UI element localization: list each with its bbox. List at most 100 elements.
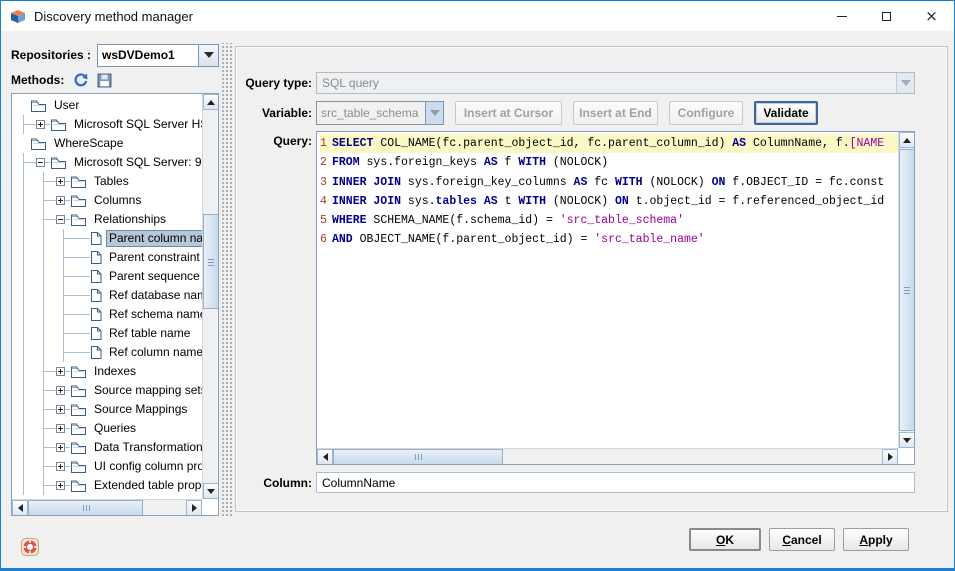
- save-methods-button[interactable]: [97, 73, 112, 88]
- editor-vertical-scrollbar[interactable]: [898, 132, 914, 448]
- tree-guide-line: [14, 191, 34, 210]
- variable-dropdown-button[interactable]: [425, 102, 443, 124]
- expand-icon[interactable]: [56, 367, 65, 376]
- tree-guide-line: [14, 248, 34, 267]
- panel-splitter[interactable]: [220, 43, 233, 516]
- variable-combobox[interactable]: src_table_schema: [316, 101, 444, 125]
- tree-item[interactable]: Relationships: [14, 210, 202, 229]
- expand-icon[interactable]: [36, 120, 45, 129]
- expand-icon[interactable]: [56, 405, 65, 414]
- configure-button[interactable]: Configure: [669, 101, 743, 125]
- folder-icon: [70, 384, 87, 398]
- apply-button[interactable]: Apply: [843, 528, 909, 551]
- save-icon: [97, 73, 112, 88]
- line-number: 2: [320, 153, 332, 172]
- tree-horizontal-scrollbar[interactable]: [12, 499, 202, 515]
- tree-item[interactable]: Queries: [14, 419, 202, 438]
- sql-code-area[interactable]: 1SELECT COL_NAME(fc.parent_object_id, fc…: [317, 132, 898, 448]
- repository-combobox[interactable]: wsDVDemo1: [97, 44, 219, 67]
- tree-item-label: Tables: [91, 173, 132, 190]
- tree-twisty-cell: [14, 134, 30, 153]
- scroll-right-button[interactable]: [186, 500, 202, 516]
- expand-icon[interactable]: [56, 481, 65, 490]
- expand-icon[interactable]: [56, 424, 65, 433]
- cancel-button[interactable]: Cancel: [769, 528, 835, 551]
- tree-item[interactable]: Tables: [14, 172, 202, 191]
- tree-item[interactable]: Parent sequence: [14, 267, 202, 286]
- tree-item[interactable]: User: [14, 96, 202, 115]
- scrollbar-thumb[interactable]: [203, 214, 219, 309]
- expand-icon[interactable]: [56, 462, 65, 471]
- tree-guide-line: [14, 438, 34, 457]
- title-bar[interactable]: Discovery method manager ×: [1, 1, 954, 31]
- scroll-left-button[interactable]: [12, 500, 28, 516]
- expand-icon[interactable]: [56, 386, 65, 395]
- dialog-buttons: OK Cancel Apply: [689, 528, 909, 551]
- tree-item[interactable]: Parent column name: [14, 229, 202, 248]
- tree-item[interactable]: Source Mappings: [14, 400, 202, 419]
- arrow-down-icon: [207, 489, 215, 494]
- expand-icon[interactable]: [56, 443, 65, 452]
- tree-item[interactable]: Data Transformations: [14, 438, 202, 457]
- folder-icon: [50, 118, 67, 132]
- tree-item[interactable]: Ref database name: [14, 286, 202, 305]
- tree-item[interactable]: Source mapping sets: [14, 381, 202, 400]
- tree-item[interactable]: Microsoft SQL Server: 9.0 -: [14, 153, 202, 172]
- close-button[interactable]: ×: [909, 1, 954, 31]
- ok-button[interactable]: OK: [689, 528, 761, 551]
- tree-twisty-cell: [74, 267, 90, 286]
- tree-item[interactable]: Extended table properties: [14, 476, 202, 495]
- folder-icon: [70, 213, 87, 227]
- tree-item[interactable]: Parent constraint name: [14, 248, 202, 267]
- tree-item[interactable]: Columns: [14, 191, 202, 210]
- tree-item[interactable]: WhereScape: [14, 134, 202, 153]
- scroll-down-button[interactable]: [899, 432, 915, 448]
- folder-icon: [70, 441, 87, 455]
- repository-dropdown-button[interactable]: [198, 45, 218, 66]
- tree-item[interactable]: Ref column name: [14, 343, 202, 362]
- discovery-method-manager-dialog: Discovery method manager × Repositories …: [0, 0, 955, 571]
- editor-horizontal-scrollbar[interactable]: [317, 448, 898, 464]
- scroll-up-button[interactable]: [203, 94, 219, 110]
- tree-twisty-cell: [54, 210, 70, 229]
- tree-item[interactable]: Ref table name: [14, 324, 202, 343]
- insert-at-end-button[interactable]: Insert at End: [573, 101, 658, 125]
- code-line: 2FROM sys.foreign_keys AS f WITH (NOLOCK…: [320, 153, 898, 172]
- tree-item[interactable]: Ref schema name: [14, 305, 202, 324]
- minimize-button[interactable]: [819, 1, 864, 31]
- scrollbar-thumb[interactable]: [333, 449, 503, 465]
- column-field[interactable]: ColumnName: [316, 472, 915, 493]
- insert-at-cursor-button[interactable]: Insert at Cursor: [455, 101, 562, 125]
- tree-item[interactable]: UI config column properties: [14, 457, 202, 476]
- scroll-right-button[interactable]: [882, 449, 898, 465]
- minimize-icon: [837, 16, 847, 17]
- methods-label: Methods:: [11, 73, 64, 87]
- right-panel: Query type: SQL query Variable: src_tabl…: [235, 46, 948, 512]
- scroll-down-button[interactable]: [203, 483, 219, 499]
- app-icon: [10, 8, 26, 24]
- refresh-methods-button[interactable]: [73, 73, 88, 88]
- expand-icon[interactable]: [56, 177, 65, 186]
- scrollbar-thumb[interactable]: [899, 149, 915, 431]
- refresh-icon: [73, 73, 88, 88]
- query-type-combobox[interactable]: SQL query: [316, 72, 915, 94]
- scrollbar-thumb[interactable]: [28, 500, 143, 516]
- scroll-up-button[interactable]: [899, 132, 915, 148]
- tree-item[interactable]: Microsoft SQL Server HS: 9: [14, 115, 202, 134]
- tree-guide-line: [14, 229, 34, 248]
- validate-button[interactable]: Validate: [754, 101, 818, 125]
- help-button[interactable]: [21, 538, 39, 556]
- sql-query-editor[interactable]: 1SELECT COL_NAME(fc.parent_object_id, fc…: [316, 131, 915, 465]
- tree-item[interactable]: Indexes: [14, 362, 202, 381]
- collapse-icon[interactable]: [56, 215, 65, 224]
- expand-icon[interactable]: [56, 196, 65, 205]
- collapse-icon[interactable]: [36, 158, 45, 167]
- folder-icon: [70, 479, 87, 493]
- tree-twisty-cell: [54, 457, 70, 476]
- tree-guide-line: [14, 419, 34, 438]
- maximize-button[interactable]: [864, 1, 909, 31]
- tree-twisty-cell: [54, 381, 70, 400]
- tree-vertical-scrollbar[interactable]: [202, 94, 218, 499]
- query-type-dropdown-button[interactable]: [896, 73, 914, 93]
- scroll-left-button[interactable]: [317, 449, 333, 465]
